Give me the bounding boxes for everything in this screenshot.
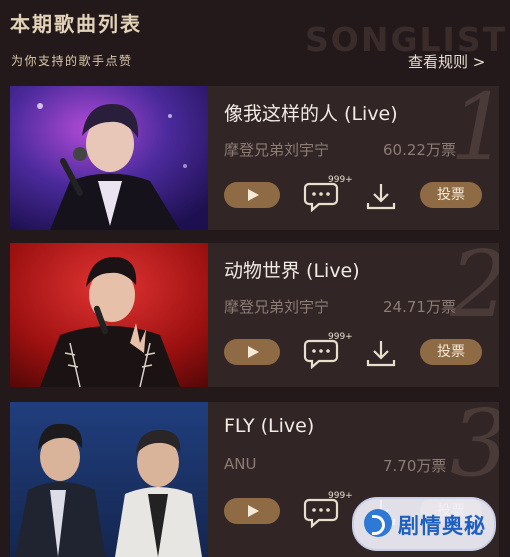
song-cover-image[interactable] <box>10 86 208 230</box>
download-icon[interactable] <box>365 338 397 368</box>
comment-count: 999+ <box>328 332 353 342</box>
play-icon <box>248 505 259 517</box>
artist-name: ANU <box>224 455 257 473</box>
rank-number: 2 <box>450 243 499 331</box>
watermark-badge: 剧情奥秘 <box>352 497 496 551</box>
comment-count: 999+ <box>328 491 353 501</box>
song-title: 像我这样的人 (Live) <box>224 103 398 125</box>
play-button[interactable] <box>224 339 280 365</box>
play-icon <box>248 346 259 358</box>
page-title: 本期歌曲列表 <box>10 12 142 36</box>
vote-count: 7.70万票 <box>383 457 447 475</box>
badge-text: 剧情奥秘 <box>398 514 486 538</box>
song-card: 2 动物世界 (Live) 摩登兄弟刘宇宁 24.71万票 999+ 投票 <box>10 243 499 387</box>
download-icon[interactable] <box>365 181 397 211</box>
view-rules-link[interactable]: 查看规则 > <box>408 51 485 72</box>
song-cover-image[interactable] <box>10 243 208 387</box>
song-title: 动物世界 (Live) <box>224 260 360 282</box>
play-button[interactable] <box>224 498 280 524</box>
play-icon <box>248 189 259 201</box>
rank-number: 1 <box>450 86 499 174</box>
vote-button[interactable]: 投票 <box>420 339 482 365</box>
artist-name: 摩登兄弟刘宇宁 <box>224 141 330 159</box>
vote-count: 60.22万票 <box>383 141 456 159</box>
vote-count: 24.71万票 <box>383 298 456 316</box>
vote-button[interactable]: 投票 <box>420 182 482 208</box>
comment-count: 999+ <box>328 175 353 185</box>
page-header: SONGLIST 本期歌曲列表 为你支持的歌手点赞 查看规则 > <box>0 0 510 82</box>
song-card: 1 像我这样的人 (Live) 摩登兄弟刘宇宁 60.22万票 999+ 投票 <box>10 86 499 230</box>
song-title: FLY (Live) <box>224 415 315 437</box>
badge-logo-icon <box>364 509 392 537</box>
page-subtitle: 为你支持的歌手点赞 <box>11 54 133 68</box>
play-button[interactable] <box>224 182 280 208</box>
artist-name: 摩登兄弟刘宇宁 <box>224 298 330 316</box>
song-cover-image[interactable] <box>10 402 208 557</box>
rank-number: 3 <box>450 402 499 490</box>
